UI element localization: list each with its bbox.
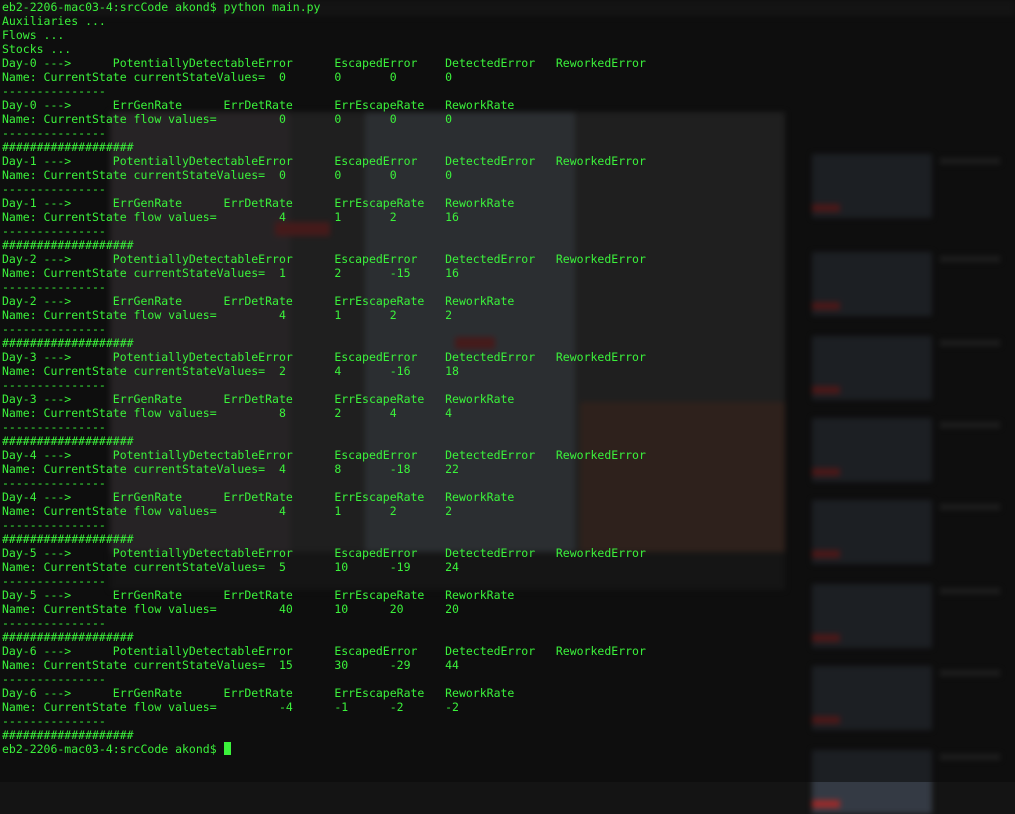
output-line: --------------- [2,84,106,98]
output-line: Day-2 ---> PotentiallyDetectableError Es… [2,252,646,266]
output-line: --------------- [2,518,106,532]
output-line: Stocks ... [2,42,72,56]
output-line: Day-0 ---> ErrGenRate ErrDetRate ErrEsca… [2,98,515,112]
terminal-output: Auxiliaries ... Flows ... Stocks ... Day-0 … [2,14,1015,742]
output-line: Name: CurrentState currentStateValues= 5… [2,560,459,574]
output-line: Day-5 ---> ErrGenRate ErrDetRate ErrEsca… [2,588,515,602]
output-line: Day-3 ---> ErrGenRate ErrDetRate ErrEsca… [2,392,515,406]
output-line: Day-6 ---> PotentiallyDetectableError Es… [2,644,646,658]
output-line: Name: CurrentState flow values= 4 1 2 16 [2,210,459,224]
output-line: ################### [2,238,134,252]
output-line: --------------- [2,182,106,196]
output-line: --------------- [2,476,106,490]
output-line: ################### [2,728,134,742]
shell-prompt: eb2-2206-mac03-4:srcCode akond$ [2,742,224,756]
output-line: Day-4 ---> ErrGenRate ErrDetRate ErrEsca… [2,490,515,504]
output-line: Flows ... [2,28,65,42]
output-line: ################### [2,336,134,350]
output-line: Name: CurrentState flow values= 8 2 4 4 [2,406,453,420]
output-line: --------------- [2,322,106,336]
output-line: Day-6 ---> ErrGenRate ErrDetRate ErrEsca… [2,686,515,700]
output-line: --------------- [2,672,106,686]
output-line: Day-4 ---> PotentiallyDetectableError Es… [2,448,646,462]
output-line: Day-1 ---> ErrGenRate ErrDetRate ErrEsca… [2,196,515,210]
output-line: Name: CurrentState currentStateValues= 0… [2,70,453,84]
output-line: Name: CurrentState flow values= 4 1 2 2 [2,308,453,322]
output-line: Name: CurrentState currentStateValues= 1… [2,266,459,280]
output-line: --------------- [2,714,106,728]
output-line: ################### [2,630,134,644]
output-line: Name: CurrentState flow values= -4 -1 -2… [2,700,459,714]
output-line: Name: CurrentState flow values= 0 0 0 0 [2,112,453,126]
output-line: --------------- [2,126,106,140]
output-line: ################### [2,140,134,154]
output-line: --------------- [2,280,106,294]
output-line: Name: CurrentState currentStateValues= 4… [2,462,459,476]
output-line: Name: CurrentState flow values= 40 10 20… [2,602,459,616]
output-line: Day-1 ---> PotentiallyDetectableError Es… [2,154,646,168]
output-line: Day-0 ---> PotentiallyDetectableError Es… [2,56,646,70]
command-line: eb2-2206-mac03-4:srcCode akond$ python m… [2,0,321,14]
terminal-window[interactable]: eb2-2206-mac03-4:srcCode akond$ python m… [0,0,1015,782]
output-line: ################### [2,532,134,546]
output-line: Day-2 ---> ErrGenRate ErrDetRate ErrEsca… [2,294,515,308]
output-line: --------------- [2,420,106,434]
text-cursor [223,742,231,755]
output-line: Name: CurrentState currentStateValues= 1… [2,658,459,672]
output-line: Day-5 ---> PotentiallyDetectableError Es… [2,546,646,560]
output-line: Name: CurrentState flow values= 4 1 2 2 [2,504,453,518]
prompt-line[interactable]: eb2-2206-mac03-4:srcCode akond$ [2,742,1015,756]
output-line: Day-3 ---> PotentiallyDetectableError Es… [2,350,646,364]
output-line: --------------- [2,574,106,588]
output-line: Name: CurrentState currentStateValues= 2… [2,364,459,378]
output-line: --------------- [2,224,106,238]
output-line: --------------- [2,616,106,630]
output-line: --------------- [2,378,106,392]
output-line: Name: CurrentState currentStateValues= 0… [2,168,453,182]
output-line: Auxiliaries ... [2,14,106,28]
output-line: ################### [2,434,134,448]
